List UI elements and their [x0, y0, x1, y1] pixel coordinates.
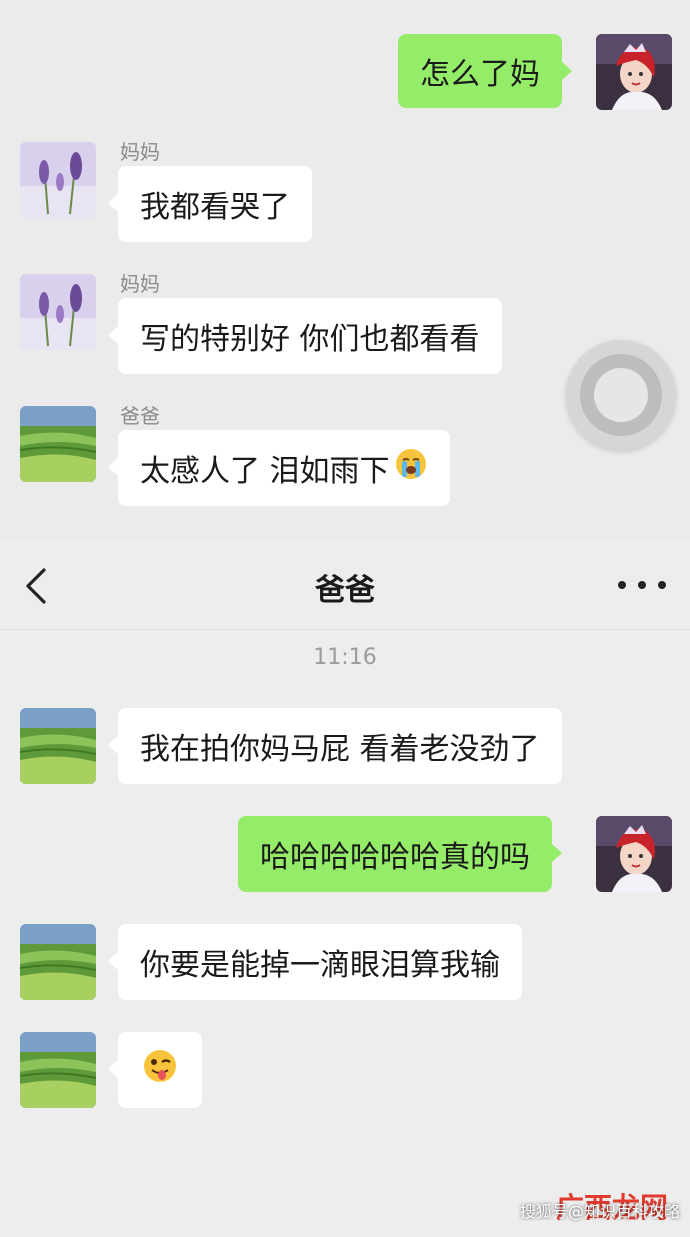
field-avatar[interactable]	[20, 708, 96, 784]
message-timestamp: 11:16	[313, 645, 377, 670]
message-text: 我都看哭了	[140, 190, 290, 225]
dot	[658, 581, 666, 589]
chat-title: 爸爸	[315, 573, 375, 608]
princess-avatar[interactable]	[596, 816, 672, 892]
sender-name: 妈妈	[120, 272, 160, 296]
floater-center	[594, 368, 648, 422]
message-bubble-incoming[interactable]: 我都看哭了	[108, 166, 312, 242]
message-bubble-incoming[interactable]: 你要是能掉一滴眼泪算我输	[108, 924, 522, 1000]
message-bubble-incoming[interactable]: 写的特别好 你们也都看看	[108, 298, 502, 374]
princess-avatar[interactable]	[596, 34, 672, 110]
message-text: 怎么了妈	[420, 57, 540, 92]
field-avatar[interactable]	[20, 924, 96, 1000]
loudly-crying-face-icon	[394, 447, 428, 489]
dot	[618, 581, 626, 589]
field-avatar[interactable]	[20, 406, 96, 482]
field-avatar[interactable]	[20, 1032, 96, 1108]
sender-name: 妈妈	[120, 140, 160, 164]
message-bubble-incoming[interactable]	[108, 1032, 202, 1108]
message-bubble-outgoing[interactable]: 怎么了妈	[398, 34, 572, 108]
more-dots-icon[interactable]	[618, 570, 666, 600]
winking-tongue-face-icon	[142, 1048, 178, 1092]
lavender-avatar[interactable]	[20, 274, 96, 350]
message-text: 哈哈哈哈哈哈真的吗	[260, 840, 530, 875]
message-text: 写的特别好 你们也都看看	[140, 322, 480, 357]
dot	[638, 581, 646, 589]
message-bubble-incoming[interactable]: 我在拍你妈马屁 看着老没劲了	[108, 708, 562, 784]
floating-assistive-button[interactable]	[566, 340, 676, 450]
message-bubble-outgoing[interactable]: 哈哈哈哈哈哈真的吗	[238, 816, 562, 892]
watermark-text: 搜狐号@知识百科攻略	[520, 1202, 681, 1221]
message-bubble-incoming[interactable]: 太感人了 泪如雨下	[108, 430, 450, 506]
sender-name: 爸爸	[120, 404, 160, 428]
lavender-avatar[interactable]	[20, 142, 96, 218]
message-text: 太感人了 泪如雨下	[140, 454, 390, 489]
message-text: 我在拍你妈马屁 看着老没劲了	[140, 732, 540, 767]
message-text: 你要是能掉一滴眼泪算我输	[140, 948, 500, 983]
